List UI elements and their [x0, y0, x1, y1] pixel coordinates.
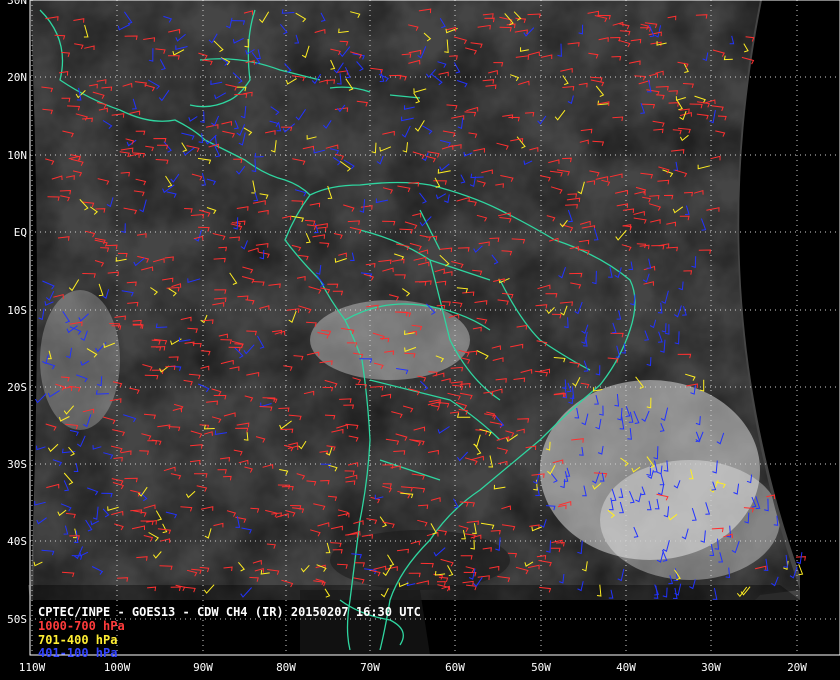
- lon-label: 70W: [360, 661, 380, 674]
- lat-label: 20S: [7, 381, 27, 394]
- legend-high-level: 401-100 hPa: [38, 646, 118, 660]
- satellite-wind-map: 30N 20N 10N EQ 10S 20S 30S 40S 50S 110W 100W 90W 80…: [0, 0, 840, 680]
- lon-label: 90W: [193, 661, 213, 674]
- lat-label: 10S: [7, 304, 27, 317]
- lon-label: 60W: [445, 661, 465, 674]
- lon-label: 80W: [276, 661, 296, 674]
- lat-label: 30S: [7, 458, 27, 471]
- legend-mid-level: 701-400 hPa: [38, 633, 118, 647]
- legend-low-level: 1000-700 hPa: [38, 619, 125, 633]
- lon-label: 40W: [616, 661, 636, 674]
- lat-label: 20N: [7, 71, 27, 84]
- lat-label: 30N: [7, 0, 27, 7]
- lon-label: 20W: [787, 661, 807, 674]
- lon-label: 50W: [531, 661, 551, 674]
- image-caption: CPTEC/INPE - GOES13 - CDW CH4 (IR) 20150…: [38, 605, 421, 619]
- lon-label: 110W: [19, 661, 46, 674]
- southern-region: [300, 590, 430, 655]
- lon-label: 30W: [701, 661, 721, 674]
- lat-label: EQ: [14, 226, 27, 239]
- lat-label: 40S: [7, 535, 27, 548]
- lat-label: 50S: [7, 613, 27, 626]
- lon-label: 100W: [104, 661, 131, 674]
- lat-label: 10N: [7, 149, 27, 162]
